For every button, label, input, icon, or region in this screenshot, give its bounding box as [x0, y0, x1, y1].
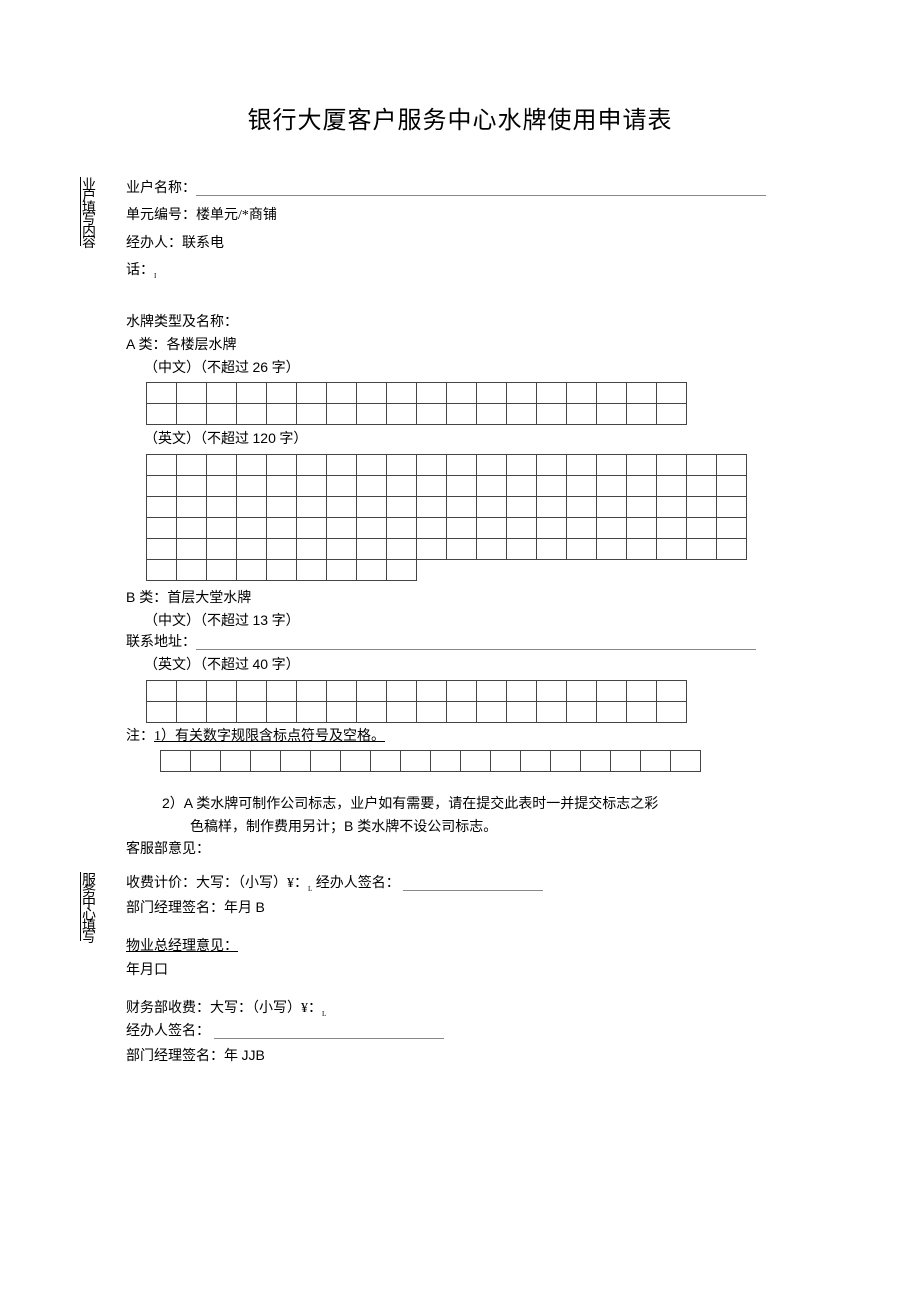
service-fill-label: 服务中心填写 — [80, 872, 96, 941]
agent-sign2-row: 经办人签名： — [126, 1020, 840, 1044]
ymd: 年月口 — [126, 959, 840, 983]
owner-fields: 业户名称： 单元编号：楼单元/*商铺 经办人：联系电 话：I 水牌类型及名称： … — [126, 175, 840, 860]
contact-addr-row: 联系地址： — [126, 632, 840, 654]
sign-type-header: 水牌类型及名称： — [126, 312, 840, 334]
type-b-block: B 类：首层大堂水牌 （中文）（不超过 13 字） 联系地址： （英文）（不超过… — [126, 587, 840, 677]
document-title: 银行大厦客户服务中心水牌使用申请表 — [80, 100, 840, 135]
grid-a-chinese[interactable] — [146, 382, 687, 425]
page: 银行大厦客户服务中心水牌使用申请表 业户填写内容 业户名称： 单元编号：楼单元/… — [0, 0, 920, 1301]
owner-name-row: 业户名称： — [126, 175, 840, 202]
grid-note-row[interactable] — [160, 750, 701, 772]
grid-a-english[interactable] — [146, 454, 747, 581]
grid-b-english[interactable] — [146, 680, 687, 723]
dept-mgr-sign-a: 部门经理签名：年月 B — [126, 896, 840, 921]
subscript-i: I — [154, 272, 156, 280]
chinese-26-note: （中文）（不超过 26 字） — [126, 357, 840, 380]
sign-type-block: 水牌类型及名称： A 类：各楼层水牌 （中文）（不超过 26 字） — [126, 312, 840, 379]
contact-addr-line[interactable] — [196, 635, 756, 650]
owner-section: 业户填写内容 业户名称： 单元编号：楼单元/*商铺 经办人：联系电 话：I 水牌… — [80, 175, 840, 860]
cs-opinion: 客服部意见： — [126, 839, 840, 861]
finance-row: 财务部收费：大写：（小写）¥：L — [126, 997, 840, 1021]
sub-l-1: L — [308, 885, 312, 893]
note2-line1: 2）A 类水牌可制作公司标志，业户如有需要，请在提交此表时一并提交标志之彩 — [126, 793, 840, 816]
type-b-header: B 类：首层大堂水牌 — [126, 587, 840, 610]
contact-addr-label: 联系地址： — [126, 635, 196, 650]
pm-opinion: 物业总经理意见： — [126, 935, 840, 959]
chinese-13-note: （中文）（不超过 13 字） — [126, 610, 840, 633]
owner-name-input-line[interactable] — [196, 181, 766, 196]
service-fields: 收费计价：大写：（小写）¥：L 经办人签名： 部门经理签名：年月 B 物业总经理… — [126, 872, 840, 1069]
sub-l-2: L — [322, 1009, 326, 1017]
agent-row: 经办人：联系电 — [126, 230, 840, 257]
owner-name-label: 业户名称： — [126, 181, 196, 196]
phone-label: 话： — [126, 263, 154, 278]
agent-sign-line[interactable] — [403, 876, 543, 891]
english-120-note: （英文）（不超过 120 字） — [126, 428, 840, 451]
note1: 注：1）有关数字规限含标点符号及空格。 — [126, 726, 840, 748]
type-a-header: A 类：各楼层水牌 — [126, 334, 840, 357]
unit-no-row: 单元编号：楼单元/*商铺 — [126, 202, 840, 229]
phone-row: 话：I — [126, 257, 840, 284]
charge-label: 收费计价：大写：（小写）¥： — [126, 876, 308, 891]
note2-line2: 色稿样，制作费用另计；B 类水牌不设公司标志。 — [126, 816, 840, 839]
charge-row: 收费计价：大写：（小写）¥：L 经办人签名： — [126, 872, 840, 896]
agent-sign-label: 经办人签名： — [316, 876, 400, 891]
finance-label: 财务部收费：大写：（小写）¥： — [126, 1001, 322, 1016]
agent-sign2-label: 经办人签名： — [126, 1024, 210, 1039]
agent-sign2-line[interactable] — [214, 1024, 444, 1039]
dept-mgr-sign-b: 部门经理签名：年 JJB — [126, 1044, 840, 1069]
service-section: 服务中心填写 收费计价：大写：（小写）¥：L 经办人签名： 部门经理签名：年月 … — [80, 872, 840, 1069]
owner-fill-label: 业户填写内容 — [80, 175, 96, 246]
english-40-note: （英文）（不超过 40 字） — [126, 654, 840, 677]
